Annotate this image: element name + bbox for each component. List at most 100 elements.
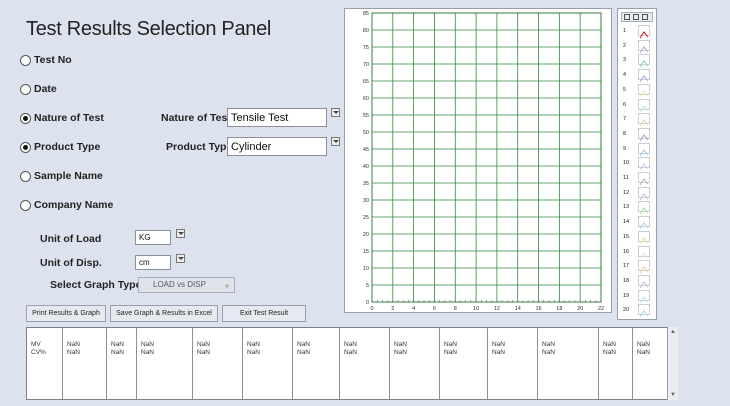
unit-of-load-dropdown-icon[interactable] xyxy=(176,229,185,238)
action-buttons: Print Results & Graph Save Graph & Resul… xyxy=(26,305,306,322)
radio-button[interactable] xyxy=(20,83,31,95)
legend-item-swatch[interactable] xyxy=(638,69,650,83)
legend-item-swatch[interactable] xyxy=(638,304,650,318)
radio-button[interactable] xyxy=(20,199,31,211)
legend-item-swatch[interactable] xyxy=(638,245,650,259)
save-excel-button[interactable]: Save Graph & Results in Excel xyxy=(110,305,218,322)
table-cell: NaN xyxy=(444,341,458,348)
radio-product-type[interactable]: Product Type xyxy=(20,141,100,153)
chevron-down-icon: ▿ xyxy=(224,282,229,291)
graph-area: 0 5 10 15 20 25 30 35 40 45 50 55 60 65 70 75 80 85 0 2 4 6 8 1… xyxy=(344,8,612,313)
radio-button[interactable] xyxy=(20,54,31,66)
legend-item-number: 15 xyxy=(623,233,630,240)
table-cell: NaN xyxy=(344,349,358,356)
radio-button-selected[interactable] xyxy=(20,112,31,124)
legend-item-swatch[interactable] xyxy=(638,39,650,53)
table-cell: NaN xyxy=(603,349,617,356)
grid-icon[interactable] xyxy=(624,14,630,20)
table-cell: NaN xyxy=(637,341,651,348)
legend-item-swatch[interactable] xyxy=(638,186,650,200)
table-cell: MV xyxy=(31,341,41,348)
table-cell: NaN xyxy=(344,341,358,348)
nature-of-test-field[interactable]: Tensile Test xyxy=(227,108,327,127)
legend-item-number: 14 xyxy=(623,219,630,226)
legend-item-swatch[interactable] xyxy=(638,98,650,112)
legend-item-number: 18 xyxy=(623,277,630,284)
table-column: NaN NaN xyxy=(63,328,107,399)
radio-button[interactable] xyxy=(20,170,31,182)
scroll-up-icon[interactable]: ▲ xyxy=(670,329,676,335)
radio-company-name-label: Company Name xyxy=(34,199,114,211)
legend-item-number: 11 xyxy=(623,175,629,181)
plot-legend: 1 2 3 4 5 6 7 8 9 10 11 12 13 14 15 16 17 18 19 20 xyxy=(617,8,657,320)
plot-line-icon xyxy=(639,192,649,200)
plot-line-icon xyxy=(639,266,649,274)
y-tick-label: 80 xyxy=(363,28,369,34)
legend-item-swatch[interactable] xyxy=(638,127,650,142)
radio-sample-name[interactable]: Sample Name xyxy=(20,170,103,182)
radio-test-no[interactable]: Test No xyxy=(20,54,72,66)
radio-nature-of-test[interactable]: Nature of Test xyxy=(20,112,104,124)
legend-item-swatch[interactable] xyxy=(638,260,650,274)
legend-item-swatch[interactable] xyxy=(638,83,650,98)
table-cell: NaN xyxy=(492,349,506,356)
legend-toolbar[interactable] xyxy=(621,12,653,22)
x-tick-label: 14 xyxy=(515,306,521,312)
radio-button-selected[interactable] xyxy=(20,141,31,153)
legend-item-swatch[interactable] xyxy=(638,54,650,68)
unit-of-disp-dropdown-icon[interactable] xyxy=(176,254,185,263)
x-tick-label: 22 xyxy=(598,306,604,312)
legend-item-number: 10 xyxy=(623,160,630,167)
table-cell: NaN xyxy=(141,349,155,356)
legend-item-swatch[interactable] xyxy=(638,201,650,215)
table-cell: NaN xyxy=(297,341,311,348)
table-cell: NaN xyxy=(141,341,155,348)
y-tick-label: 45 xyxy=(363,147,369,153)
x-tick-label: 10 xyxy=(473,306,479,312)
radio-company-name[interactable]: Company Name xyxy=(20,199,113,211)
legend-item-swatch[interactable] xyxy=(638,289,650,303)
plot-line-icon xyxy=(639,45,649,53)
legend-item-number: 6 xyxy=(623,101,627,108)
plot-line-icon xyxy=(639,295,649,303)
radio-date[interactable]: Date xyxy=(20,83,57,95)
table-cell: NaN xyxy=(637,349,651,356)
table-cell: NaN xyxy=(444,349,458,356)
table-cell: NaN xyxy=(111,349,125,356)
nature-of-test-dropdown-icon[interactable] xyxy=(331,108,340,117)
plot-line-icon xyxy=(639,251,649,259)
y-tick-label: 30 xyxy=(363,198,369,204)
legend-item-swatch[interactable] xyxy=(638,274,650,289)
graph-type-value: LOAD vs DISP xyxy=(153,280,206,289)
y-tick-label: 65 xyxy=(363,79,369,85)
cursor-icon[interactable] xyxy=(642,14,648,20)
product-type-dropdown-icon[interactable] xyxy=(331,137,340,146)
legend-item-swatch[interactable] xyxy=(638,157,650,171)
table-column: NaN NaN xyxy=(293,328,340,399)
print-results-button[interactable]: Print Results & Graph xyxy=(26,305,106,322)
legend-item-swatch[interactable] xyxy=(638,113,650,127)
zoom-icon[interactable] xyxy=(633,14,639,20)
y-tick-label: 55 xyxy=(363,113,369,119)
table-cell: NaN xyxy=(247,349,261,356)
legend-item-swatch[interactable] xyxy=(638,142,650,156)
table-column: NaN NaN xyxy=(538,328,599,399)
table-cell: NaN xyxy=(197,341,211,348)
unit-of-load-field[interactable]: KG xyxy=(135,230,171,245)
unit-of-disp-field[interactable]: cm xyxy=(135,255,171,270)
exit-test-result-button[interactable]: Exit Test Result xyxy=(222,305,306,322)
y-tick-label: 5 xyxy=(366,283,369,289)
table-scrollbar[interactable]: ▲ ▼ xyxy=(667,327,678,400)
legend-item-swatch[interactable] xyxy=(638,216,650,230)
table-cell: NaN xyxy=(394,349,408,356)
legend-item-swatch[interactable] xyxy=(638,25,650,39)
legend-item-number: 1 xyxy=(623,28,627,34)
graph-type-select[interactable]: LOAD vs DISP ▿ xyxy=(138,277,235,293)
legend-item-swatch[interactable] xyxy=(638,172,650,186)
product-type-label: Product Type xyxy=(166,141,233,153)
scroll-down-icon[interactable]: ▼ xyxy=(670,392,676,398)
product-type-field[interactable]: Cylinder xyxy=(227,137,327,156)
plot-line-icon xyxy=(639,207,649,215)
table-column: NaN NaN xyxy=(107,328,137,399)
legend-item-swatch[interactable] xyxy=(638,230,650,245)
